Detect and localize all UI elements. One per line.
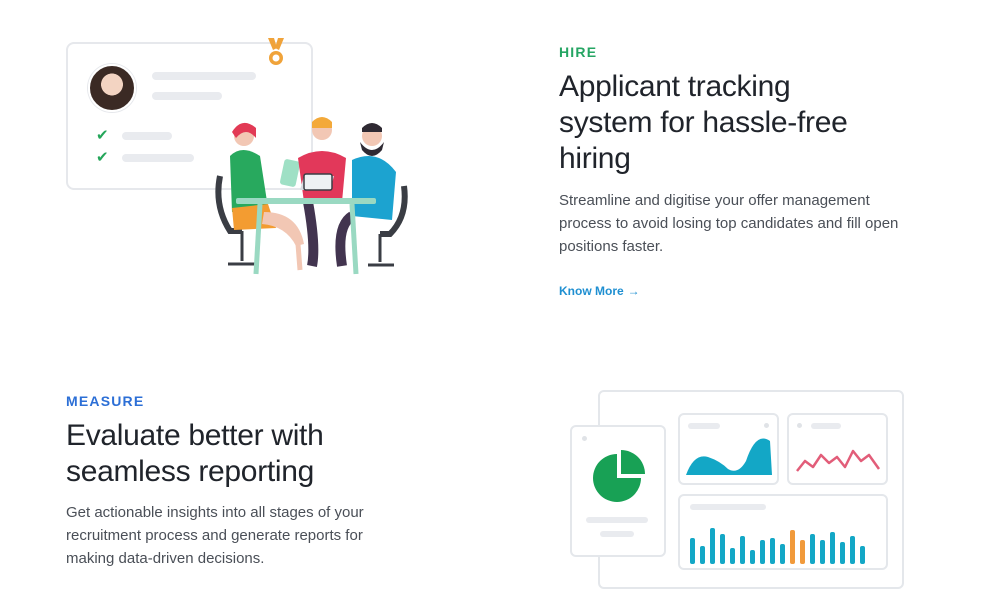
bar-chart-panel [678,494,888,570]
bar-chart-icon [690,528,865,564]
know-more-link[interactable]: Know More → [559,284,640,298]
line-chart-icon [796,449,881,472]
reporting-dashboard-illustration [570,390,906,590]
line-chart-panel [787,413,888,485]
arrow-right-icon: → [627,284,640,298]
team-meeting-illustration [215,117,408,275]
panel-dot [764,423,769,428]
pie-chart-icon [593,450,645,502]
measure-eyebrow: MEASURE [66,393,145,409]
medal-icon [268,38,284,65]
area-chart-panel [678,413,779,485]
placeholder-line [688,423,720,429]
measure-description: Get actionable insights into all stages … [66,504,364,567]
placeholder-line [600,531,634,537]
placeholder-line [152,72,256,80]
placeholder-line [152,92,222,100]
hire-illustration: ✔ ✔ [62,38,422,278]
hire-description: Streamline and digitise your offer manag… [559,192,899,255]
measure-section: MEASURE Evaluate better with seamless re… [0,340,986,599]
placeholder-line [811,423,841,429]
hire-eyebrow: HIRE [559,44,598,60]
placeholder-line [690,504,766,510]
panel-dot [582,436,587,441]
candidate-avatar [88,64,136,112]
checkmark-icon: ✔ [96,127,109,144]
know-more-label: Know More [559,284,624,298]
checkmark-icon: ✔ [96,149,109,166]
measure-heading: Evaluate better with seamless reporting [66,419,324,488]
placeholder-line [122,132,172,140]
placeholder-line [122,154,194,162]
hire-heading: Applicant tracking system for hassle-fre… [559,70,848,175]
hire-section: ✔ ✔ HIRE Applicant tracking system for h… [0,0,986,340]
panel-dot [797,423,802,428]
area-chart-icon [686,438,772,475]
placeholder-line [586,517,648,523]
pie-chart-panel [570,425,666,557]
